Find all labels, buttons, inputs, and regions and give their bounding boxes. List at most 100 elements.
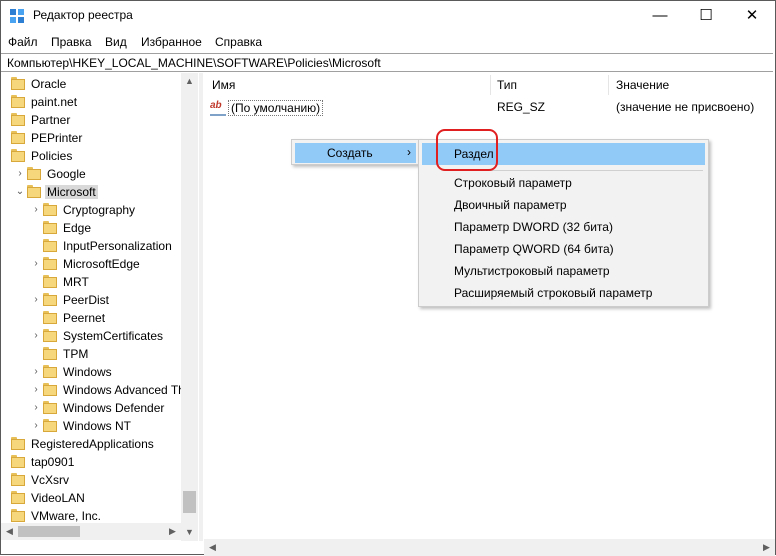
expand-chevron-icon[interactable]: ⌄ [15, 185, 25, 199]
tree-node-label: TPM [63, 347, 89, 361]
tree-node[interactable]: › Windows Advanced Th [1, 381, 185, 399]
tree-node-label: Peernet [63, 311, 106, 325]
tree-node[interactable]: InputPersonalization [1, 237, 181, 255]
expand-chevron-icon[interactable]: › [31, 293, 41, 307]
folder-icon [43, 221, 57, 235]
tree-node[interactable]: › PeerDist [1, 291, 181, 309]
expand-chevron-icon[interactable]: › [31, 419, 41, 433]
folder-icon [43, 203, 57, 217]
tree-node-label: MicrosoftEdge [63, 257, 140, 271]
context-menu-create[interactable]: Создать › [295, 143, 416, 163]
submenu-item-binary-value[interactable]: Двоичный параметр [422, 194, 705, 216]
expand-chevron-icon[interactable]: › [31, 383, 41, 397]
tree-node[interactable]: MRT [1, 273, 181, 291]
tree-node[interactable]: Peernet [1, 309, 181, 327]
scroll-right-arrow-icon[interactable]: ▶ [758, 539, 775, 556]
tree-node-label: InputPersonalization [63, 239, 172, 253]
tree-node-label: Oracle [31, 77, 67, 91]
tree-node[interactable]: tap0901 [1, 453, 181, 471]
column-header-name[interactable]: Имя [212, 73, 235, 95]
tree-node[interactable]: PEPrinter [1, 129, 181, 147]
tree-vertical-scroll-thumb[interactable] [183, 491, 196, 513]
expand-chevron-icon[interactable]: › [31, 365, 41, 379]
expand-chevron-icon[interactable]: › [31, 329, 41, 343]
tree-node[interactable]: RegisteredApplications [1, 435, 181, 453]
pane-splitter[interactable] [199, 73, 203, 541]
tree-node[interactable]: › Windows Defender [1, 399, 181, 417]
tree-node[interactable]: paint.net [1, 93, 181, 111]
tree-node-label: Windows [63, 365, 112, 379]
minimize-icon: — [652, 7, 668, 24]
tree-node[interactable]: Oracle [1, 75, 181, 93]
list-horizontal-scrollbar[interactable]: ◀ ▶ [204, 539, 775, 556]
expand-chevron-icon[interactable]: › [15, 167, 25, 181]
tree-node[interactable]: VideoLAN [1, 489, 181, 507]
tree-node-label: SystemCertificates [63, 329, 164, 343]
folder-icon [43, 329, 57, 343]
registry-tree[interactable]: Oracle paint.net Partner PEPrinter Policies ›… [1, 73, 198, 541]
submenu-item-qword-value[interactable]: Параметр QWORD (64 бита) [422, 238, 705, 260]
submenu-item-dword-value[interactable]: Параметр DWORD (32 бита) [422, 216, 705, 238]
expand-chevron-icon[interactable]: › [31, 401, 41, 415]
column-divider[interactable] [490, 75, 491, 95]
registry-editor-window: Редактор реестра — ☐ ✕ Файл Правка Вид И… [0, 0, 776, 556]
scroll-up-arrow-icon[interactable]: ▲ [181, 73, 198, 90]
submenu-item-string-value[interactable]: Строковый параметр [422, 172, 705, 194]
column-divider[interactable] [608, 75, 609, 95]
scroll-right-arrow-icon[interactable]: ▶ [164, 523, 181, 540]
folder-icon [43, 419, 57, 433]
value-name-cell[interactable]: (По умолчанию) [228, 100, 324, 116]
tree-node-label: VMware, Inc. [31, 509, 102, 523]
scroll-down-arrow-icon[interactable]: ▼ [181, 524, 198, 541]
tree-node[interactable]: TPM [1, 345, 181, 363]
tree-node[interactable]: › Google [1, 165, 181, 183]
tree-node[interactable]: › MicrosoftEdge [1, 255, 181, 273]
minimize-button[interactable]: — [637, 1, 683, 31]
scroll-left-arrow-icon[interactable]: ◀ [1, 523, 18, 540]
folder-icon [43, 311, 57, 325]
tree-node-label: PeerDist [63, 293, 110, 307]
expand-chevron-icon[interactable]: › [31, 203, 41, 217]
folder-icon [43, 383, 57, 397]
tree-node[interactable]: › Windows NT [1, 417, 181, 435]
tree-node[interactable]: › Windows [1, 363, 181, 381]
tree-node[interactable]: › Cryptography [1, 201, 181, 219]
tree-node[interactable]: Policies [1, 147, 181, 165]
tree-node[interactable]: ⌄ Microsoft [1, 183, 181, 201]
menu-favorites[interactable]: Избранное [141, 35, 202, 49]
menu-view[interactable]: Вид [105, 35, 127, 49]
submenu-item-multistring-value[interactable]: Мультистроковый параметр [422, 260, 705, 282]
address-path: Компьютер\HKEY_LOCAL_MACHINE\SOFTWARE\Po… [7, 56, 381, 70]
tree-horizontal-scroll-thumb[interactable] [18, 526, 80, 537]
tree-node[interactable]: Edge [1, 219, 181, 237]
submenu-arrow-icon: › [407, 145, 411, 159]
submenu-item-expandable-string-value[interactable]: Расширяемый строковый параметр [422, 282, 705, 304]
tree-horizontal-scrollbar[interactable]: ◀ ▶ [1, 523, 181, 540]
address-bar[interactable]: Компьютер\HKEY_LOCAL_MACHINE\SOFTWARE\Po… [1, 53, 773, 72]
menu-file[interactable]: Файл [8, 35, 38, 49]
tree-node-label: tap0901 [31, 455, 75, 469]
value-type-cell: REG_SZ [497, 100, 546, 114]
folder-icon [43, 293, 57, 307]
maximize-button[interactable]: ☐ [683, 1, 729, 31]
menu-help[interactable]: Справка [215, 35, 262, 49]
tree-node-label: VcXsrv [31, 473, 70, 487]
scroll-left-arrow-icon[interactable]: ◀ [204, 539, 221, 556]
menu-edit[interactable]: Правка [51, 35, 92, 49]
expand-chevron-icon[interactable]: › [31, 257, 41, 271]
tree-node[interactable]: Partner [1, 111, 181, 129]
close-button[interactable]: ✕ [729, 1, 775, 31]
folder-icon [27, 167, 41, 181]
tree-node[interactable]: › SystemCertificates [1, 327, 181, 345]
column-header-type[interactable]: Тип [497, 73, 517, 95]
tree-node[interactable]: VcXsrv [1, 471, 181, 489]
tree-node-label: Windows Defender [63, 401, 165, 415]
column-header-value[interactable]: Значение [616, 73, 669, 95]
tree-vertical-scrollbar[interactable]: ▲ ▼ [181, 73, 198, 541]
value-data-cell: (значение не присвоено) [616, 100, 755, 114]
